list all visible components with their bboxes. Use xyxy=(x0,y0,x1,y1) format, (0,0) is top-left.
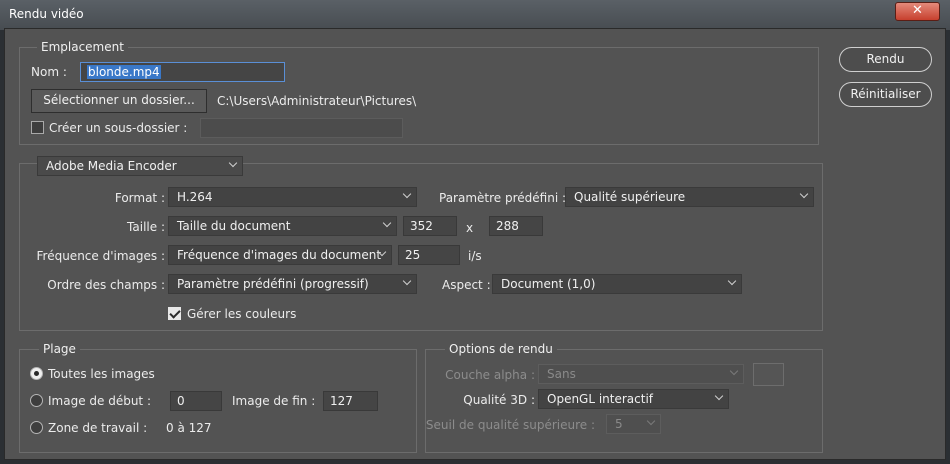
chevron-down-icon xyxy=(799,189,809,199)
threshold-select[interactable]: 5 xyxy=(606,414,661,434)
fps-input[interactable]: 25 xyxy=(398,245,460,265)
name-input[interactable]: blonde.mp4 xyxy=(80,62,285,82)
subfolder-label: Créer un sous-dossier : xyxy=(49,121,188,135)
format-label: Format : xyxy=(114,191,165,205)
threshold-label: Seuil de qualité supérieure : xyxy=(425,418,595,432)
color-management-checkbox[interactable] xyxy=(168,307,181,320)
framerate-label: Fréquence d'images : xyxy=(36,249,166,263)
field-order-value: Paramètre prédéfini (progressif) xyxy=(177,277,369,291)
work-area-value: 0 à 127 xyxy=(166,421,212,435)
field-order-label: Ordre des champs : xyxy=(47,278,165,292)
chevron-down-icon xyxy=(402,189,412,199)
all-frames-radio[interactable] xyxy=(30,367,43,380)
field-order-select[interactable]: Paramètre prédéfini (progressif) xyxy=(168,274,417,294)
title-bar: Rendu vidéo ✕ xyxy=(0,0,950,30)
chevron-down-icon xyxy=(382,218,392,228)
render-video-dialog: Emplacement Nom : blonde.mp4 Sélectionne… xyxy=(4,28,946,460)
renderer-select[interactable]: Adobe Media Encoder xyxy=(37,156,243,176)
name-input-value: blonde.mp4 xyxy=(87,65,161,79)
end-frame-label: Image de fin : xyxy=(232,394,316,408)
size-x-separator: x xyxy=(466,221,474,235)
size-value: Taille du document xyxy=(177,219,291,233)
quality3d-value: OpenGL interactif xyxy=(547,392,654,406)
size-select[interactable]: Taille du document xyxy=(168,216,397,236)
start-frame-input[interactable]: 0 xyxy=(170,391,222,411)
framerate-value: Fréquence d'images du document xyxy=(177,248,382,262)
preset-label: Paramètre prédéfini : xyxy=(439,191,567,205)
location-legend: Emplacement xyxy=(37,40,128,54)
fps-unit: i/s xyxy=(468,249,482,263)
color-management-label: Gérer les couleurs xyxy=(187,307,297,321)
chevron-down-icon xyxy=(729,366,739,376)
alpha-select[interactable]: Sans xyxy=(538,364,744,384)
work-area-radio[interactable] xyxy=(30,421,43,434)
renderer-value: Adobe Media Encoder xyxy=(46,159,177,173)
window-title: Rendu vidéo xyxy=(9,7,84,21)
close-button[interactable]: ✕ xyxy=(895,2,940,21)
start-frame-label: Image de début : xyxy=(48,394,151,408)
aspect-select[interactable]: Document (1,0) xyxy=(492,274,742,294)
chevron-down-icon xyxy=(714,391,724,401)
quality3d-label: Qualité 3D : xyxy=(463,393,535,407)
size-label: Taille : xyxy=(127,220,165,234)
preset-select[interactable]: Qualité supérieure xyxy=(565,187,814,207)
subfolder-checkbox[interactable] xyxy=(31,121,44,134)
name-label: Nom : xyxy=(31,65,67,79)
format-select[interactable]: H.264 xyxy=(168,187,417,207)
range-legend: Plage xyxy=(39,342,80,356)
alpha-value: Sans xyxy=(547,367,576,381)
preset-value: Qualité supérieure xyxy=(574,190,686,204)
threshold-value: 5 xyxy=(615,417,623,431)
select-folder-button[interactable]: Sélectionner un dossier... xyxy=(31,89,207,113)
start-frame-radio[interactable] xyxy=(30,394,43,407)
render-options-legend: Options de rendu xyxy=(445,342,557,356)
chevron-down-icon xyxy=(727,276,737,286)
chevron-down-icon xyxy=(646,416,656,426)
quality3d-select[interactable]: OpenGL interactif xyxy=(538,389,729,409)
height-input[interactable]: 288 xyxy=(489,216,543,236)
reset-button[interactable]: Réinitialiser xyxy=(839,82,932,107)
close-icon: ✕ xyxy=(912,3,923,18)
aspect-label: Aspect : xyxy=(442,278,491,292)
end-frame-input[interactable]: 127 xyxy=(323,391,378,411)
all-frames-label: Toutes les images xyxy=(48,367,155,381)
render-button[interactable]: Rendu xyxy=(839,47,932,72)
folder-path: C:\Users\Administrateur\Pictures\ xyxy=(217,94,417,108)
matte-color-swatch[interactable] xyxy=(753,363,784,386)
work-area-label: Zone de travail : xyxy=(48,421,148,435)
chevron-down-icon xyxy=(228,158,238,168)
alpha-label: Couche alpha : xyxy=(445,368,535,382)
subfolder-input[interactable] xyxy=(200,118,403,138)
width-input[interactable]: 352 xyxy=(403,216,457,236)
chevron-down-icon xyxy=(402,276,412,286)
aspect-value: Document (1,0) xyxy=(501,277,596,291)
format-value: H.264 xyxy=(177,190,213,204)
framerate-select[interactable]: Fréquence d'images du document xyxy=(168,245,392,265)
